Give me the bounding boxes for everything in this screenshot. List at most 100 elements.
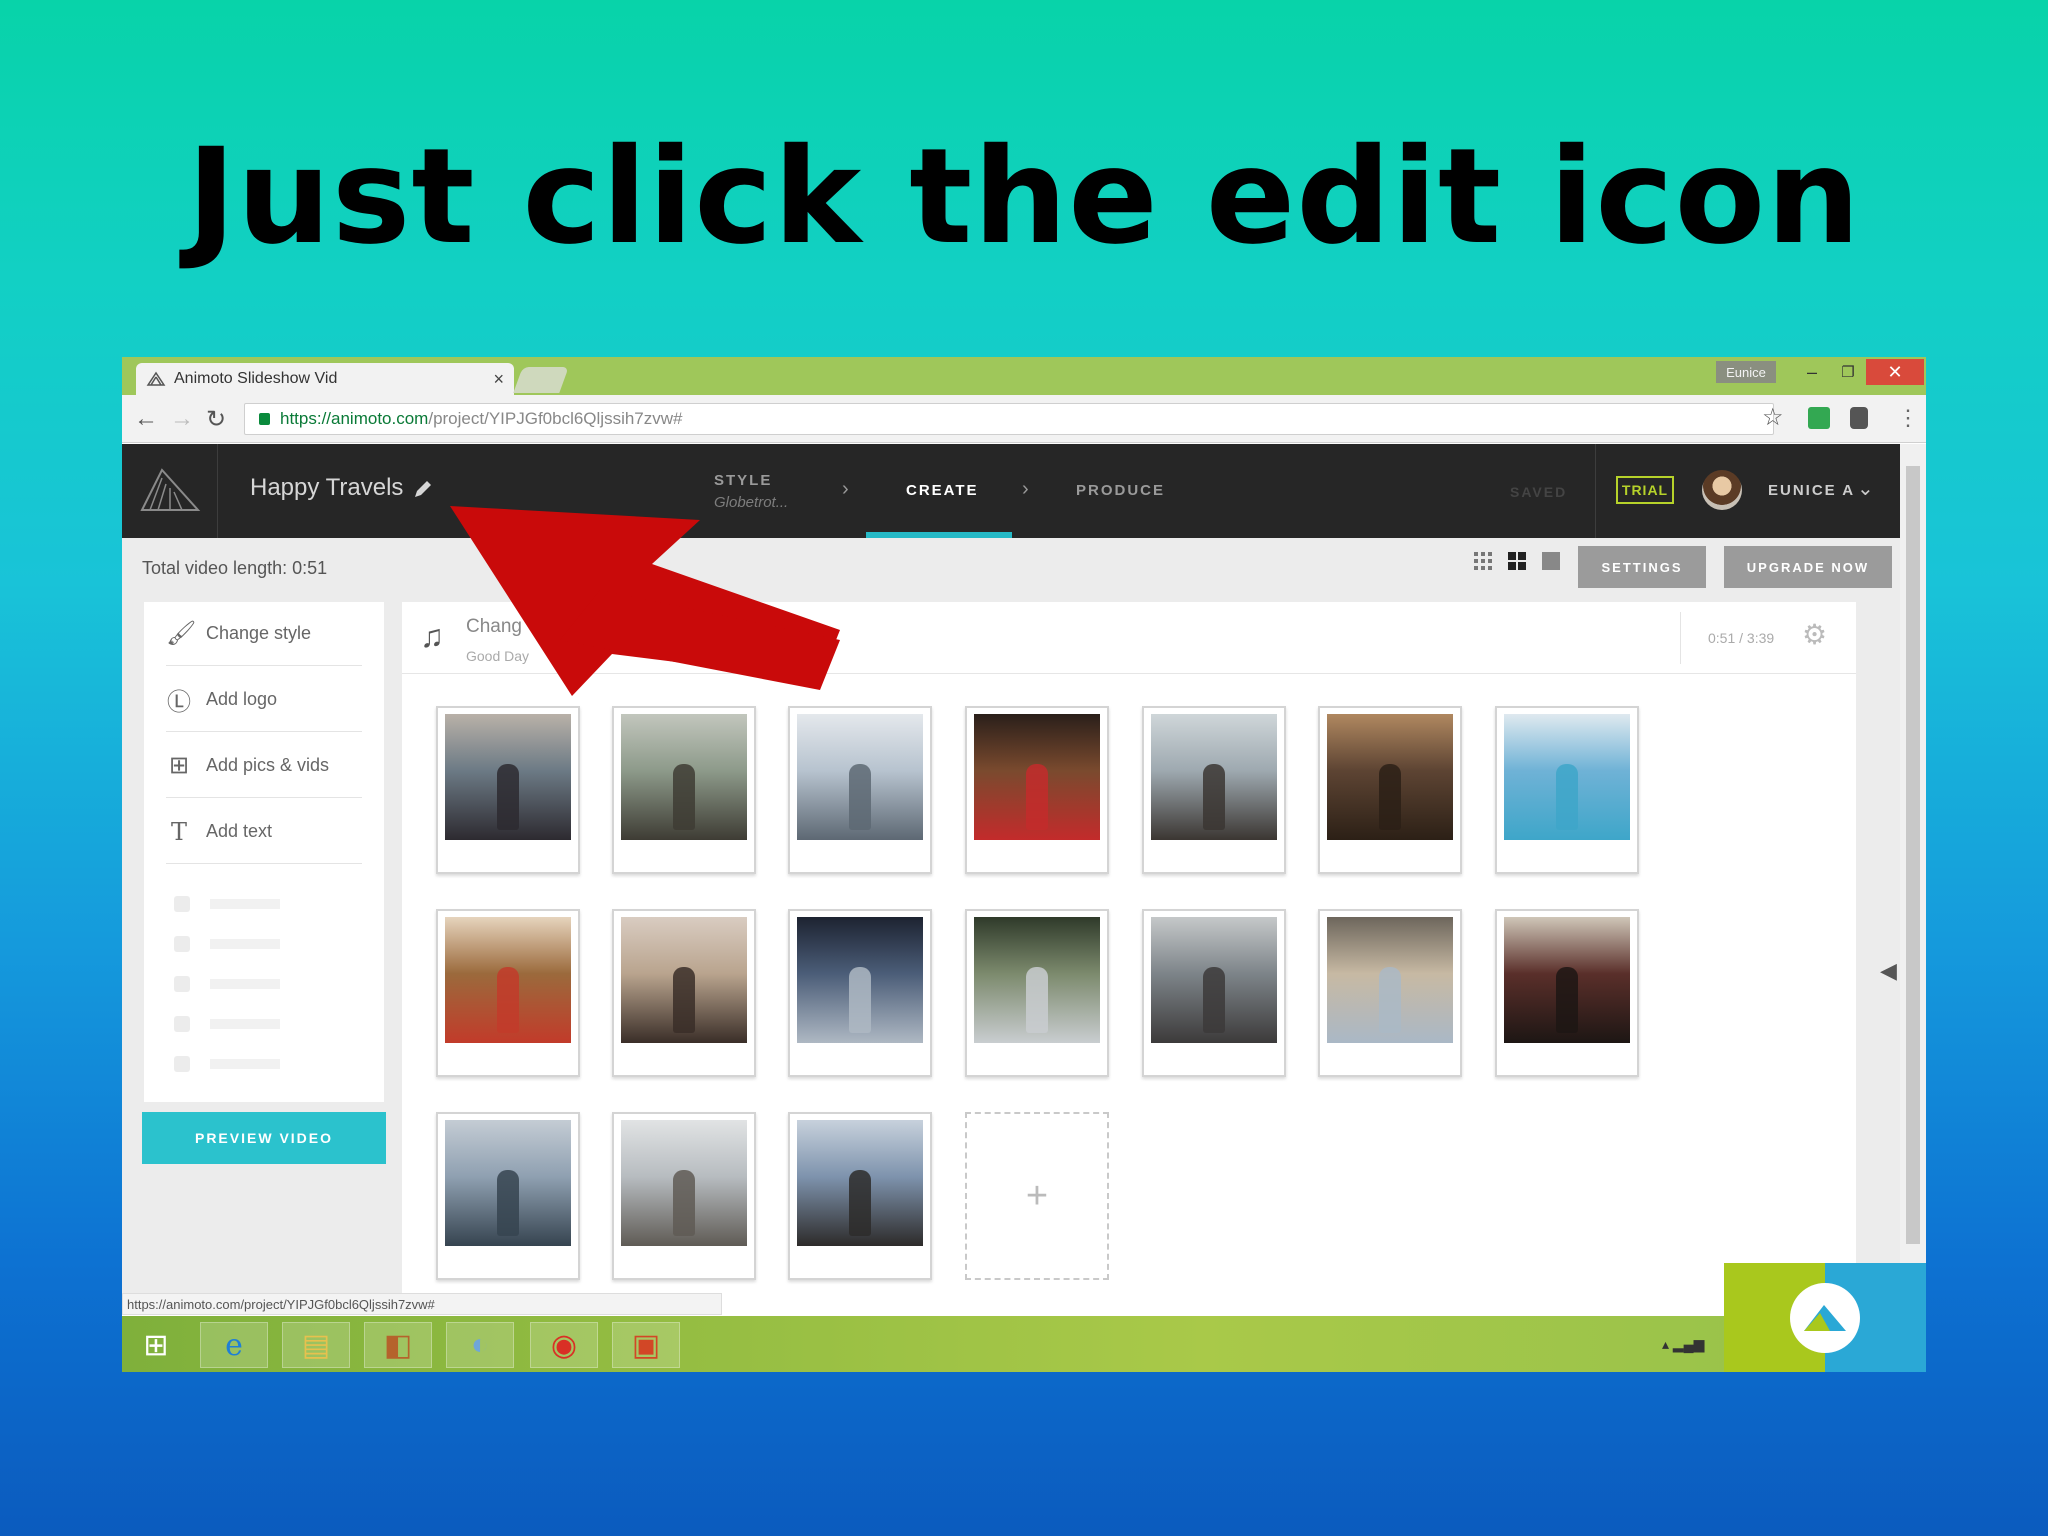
photo-image — [1504, 714, 1630, 840]
disabled-tool-rotate — [174, 936, 294, 952]
add-media-icon: ⊞ — [168, 752, 190, 779]
photo-image — [797, 1120, 923, 1246]
chrome-icon[interactable]: ◉ — [530, 1322, 598, 1368]
grid-medium-view-icon[interactable] — [1506, 550, 1528, 572]
step-create[interactable]: CREATE — [906, 482, 979, 499]
photo-subject — [673, 967, 695, 1033]
photo-thumbnail[interactable] — [1142, 706, 1286, 874]
photo-subject — [849, 967, 871, 1033]
disabled-tool-delete — [174, 1056, 294, 1072]
sidebar-item-label: Add text — [206, 821, 273, 841]
powerpoint-icon[interactable]: ▣ — [612, 1322, 680, 1368]
add-photo-slot[interactable]: + — [965, 1112, 1109, 1280]
address-bar-row: ← → ↻ https://animoto.com /project/YIPJG… — [122, 395, 1926, 443]
screenshot: Animoto Slideshow Vid × Eunice – ❐ ✕ ← →… — [122, 357, 1926, 1372]
folder-app-icon[interactable]: ◧ — [364, 1322, 432, 1368]
grid-large-view-icon[interactable] — [1540, 550, 1562, 572]
photo-subject — [1556, 764, 1578, 830]
upgrade-now-button[interactable]: UPGRADE NOW — [1724, 546, 1892, 588]
avatar[interactable] — [1702, 470, 1742, 510]
photo-thumbnail[interactable] — [1495, 909, 1639, 1077]
music-bar[interactable]: ♫ Chang Good Day 0:51 / 3:39 ⚙ — [402, 602, 1856, 674]
window-user-badge: Eunice — [1716, 361, 1776, 383]
new-tab-button[interactable] — [513, 367, 569, 393]
photo-thumbnail[interactable] — [612, 1112, 756, 1280]
photo-thumbnail[interactable] — [788, 909, 932, 1077]
step-style-label[interactable]: STYLE — [714, 472, 772, 489]
system-tray-icon[interactable]: ▴ ▂▄▆ — [1662, 1336, 1704, 1353]
extension-2-icon[interactable] — [1850, 407, 1868, 429]
bookmark-star-icon[interactable]: ☆ — [1762, 403, 1784, 432]
step-style-value: Globetrot... — [714, 494, 789, 511]
photo-thumbnail[interactable] — [1495, 706, 1639, 874]
url-input[interactable]: https://animoto.com /project/YIPJGf0bcl6… — [244, 403, 1774, 435]
trial-badge[interactable]: TRIAL — [1616, 476, 1674, 504]
sidebar-item-change-style[interactable]: 🖌 Change style — [166, 602, 362, 666]
sidebar-item-label: Add pics & vids — [206, 755, 330, 775]
sidebar-item-add-logo[interactable]: Ⓛ Add logo — [166, 668, 362, 732]
photo-image — [621, 917, 747, 1043]
windows-taskbar: ⊞ e ▤ ◧ ◐ ◉ ▣ ▴ ▂▄▆ — [122, 1316, 1926, 1372]
reload-icon[interactable]: ↻ — [206, 405, 226, 434]
grid-small-view-icon[interactable] — [1472, 550, 1494, 572]
photo-thumbnail[interactable] — [1318, 706, 1462, 874]
edit-pencil-icon[interactable] — [412, 478, 434, 500]
scrollbar[interactable] — [1900, 444, 1926, 1306]
collapse-panel-icon[interactable]: ◀ — [1880, 958, 1897, 984]
paint-icon[interactable]: ◐ — [446, 1322, 514, 1368]
restore-button[interactable]: ❐ — [1830, 359, 1866, 385]
scrollbar-thumb[interactable] — [1906, 466, 1920, 1244]
tab-close-icon[interactable]: × — [493, 369, 504, 390]
tab-title: Animoto Slideshow Vid — [174, 370, 338, 387]
animoto-favicon-icon — [146, 371, 166, 386]
back-icon[interactable]: ← — [134, 405, 158, 433]
gear-icon[interactable]: ⚙ — [1802, 618, 1827, 651]
photo-image — [1151, 714, 1277, 840]
photo-image — [445, 714, 571, 840]
step-produce[interactable]: PRODUCE — [1076, 482, 1165, 499]
animoto-logo[interactable] — [122, 444, 218, 538]
photo-thumbnail[interactable] — [965, 706, 1109, 874]
text-icon: T — [170, 817, 187, 846]
sidebar-item-add-text[interactable]: T Add text — [166, 800, 362, 864]
photo-thumbnail[interactable] — [788, 1112, 932, 1280]
photo-thumbnail[interactable] — [1318, 909, 1462, 1077]
sidebar: 🖌 Change style Ⓛ Add logo ⊞ Add pics & v… — [144, 602, 384, 1102]
file-explorer-icon[interactable]: ▤ — [282, 1322, 350, 1368]
photo-subject — [1203, 764, 1225, 830]
photo-image — [1151, 917, 1277, 1043]
photo-subject — [849, 1170, 871, 1236]
user-chevron-down-icon[interactable]: ⌄ — [1857, 476, 1874, 501]
photo-image — [445, 1120, 571, 1246]
project-title[interactable]: Happy Travels — [250, 474, 403, 502]
photo-thumbnail[interactable] — [612, 706, 756, 874]
extension-icon[interactable] — [1808, 407, 1830, 429]
photo-thumbnail[interactable] — [788, 706, 932, 874]
song-artist: Good Day — [466, 648, 530, 664]
sidebar-item-add-pics[interactable]: ⊞ Add pics & vids — [166, 734, 362, 798]
photo-subject — [849, 764, 871, 830]
browser-menu-icon[interactable]: ⋮ — [1897, 405, 1919, 431]
disabled-tool-shuffle — [174, 1016, 294, 1032]
url-host: https://animoto.com — [280, 409, 429, 428]
minimize-button[interactable]: – — [1794, 359, 1830, 385]
windows-start-icon[interactable]: ⊞ — [122, 1322, 190, 1368]
app-header: Happy Travels STYLE Globetrot... › CREAT… — [122, 444, 1900, 538]
video-length: Total video length: 0:51 — [142, 558, 328, 578]
browser-tab[interactable]: Animoto Slideshow Vid × — [136, 363, 514, 395]
internet-explorer-icon[interactable]: e — [200, 1322, 268, 1368]
photo-thumbnail[interactable] — [436, 706, 580, 874]
photo-thumbnail[interactable] — [1142, 909, 1286, 1077]
photo-subject — [497, 1170, 519, 1236]
photo-thumbnail[interactable] — [965, 909, 1109, 1077]
close-window-button[interactable]: ✕ — [1866, 359, 1924, 385]
settings-button[interactable]: SETTINGS — [1578, 546, 1706, 588]
photo-subject — [1379, 967, 1401, 1033]
photo-thumbnail[interactable] — [436, 909, 580, 1077]
photo-thumbnail[interactable] — [436, 1112, 580, 1280]
photo-thumbnail[interactable] — [612, 909, 756, 1077]
photo-image — [621, 1120, 747, 1246]
preview-video-button[interactable]: PREVIEW VIDEO — [142, 1112, 386, 1164]
forward-icon[interactable]: → — [170, 405, 194, 433]
user-name[interactable]: EUNICE A — [1768, 482, 1855, 499]
